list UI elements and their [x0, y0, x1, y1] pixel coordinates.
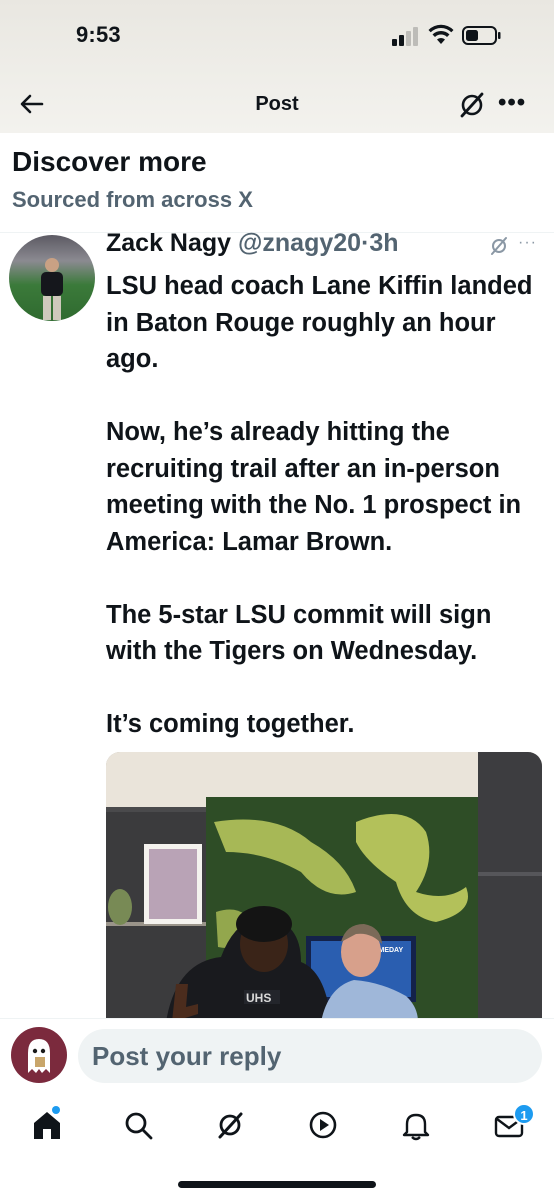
grok-icon[interactable] — [456, 89, 488, 121]
battery-icon — [462, 26, 501, 45]
home-indicator — [178, 1181, 376, 1188]
ghost-icon — [28, 1039, 50, 1073]
post-image-scene: GAMEDAY UHS — [106, 752, 542, 1022]
messages-badge: 1 — [513, 1103, 535, 1125]
post-text: LSU head coach Lane Kiffin landed in Bat… — [106, 272, 533, 738]
post-image[interactable]: GAMEDAY UHS — [106, 752, 542, 1022]
grok-tab-icon[interactable] — [213, 1108, 247, 1142]
discover-more-heading: Discover more — [12, 146, 207, 177]
cellular-signal-icon — [392, 24, 422, 46]
notifications-icon[interactable] — [399, 1108, 433, 1142]
home-unread-dot — [52, 1106, 60, 1114]
post-time[interactable]: 3h — [369, 229, 398, 257]
post-header: Zack Nagy @znagy20·3h — [106, 229, 399, 258]
user-avatar[interactable] — [11, 1027, 67, 1083]
author-avatar[interactable] — [9, 235, 95, 321]
more-options-icon[interactable]: ••• — [498, 91, 528, 117]
wifi-icon — [428, 24, 454, 44]
post-grok-icon[interactable] — [488, 235, 510, 257]
video-icon[interactable] — [306, 1108, 340, 1142]
reply-input[interactable]: Post your reply — [78, 1029, 542, 1083]
status-time: 9:53 — [76, 22, 121, 47]
search-icon[interactable] — [121, 1108, 155, 1142]
home-icon[interactable] — [30, 1108, 64, 1142]
status-icons — [392, 24, 512, 48]
avatar-person — [41, 258, 63, 320]
post-more-icon[interactable]: ··· — [518, 234, 537, 252]
author-name[interactable]: Zack Nagy — [106, 229, 231, 257]
author-handle[interactable]: @znagy20 — [238, 229, 361, 257]
shirt-text: UHS — [246, 991, 271, 1005]
discover-more-subtitle: Sourced from across X — [12, 187, 253, 212]
